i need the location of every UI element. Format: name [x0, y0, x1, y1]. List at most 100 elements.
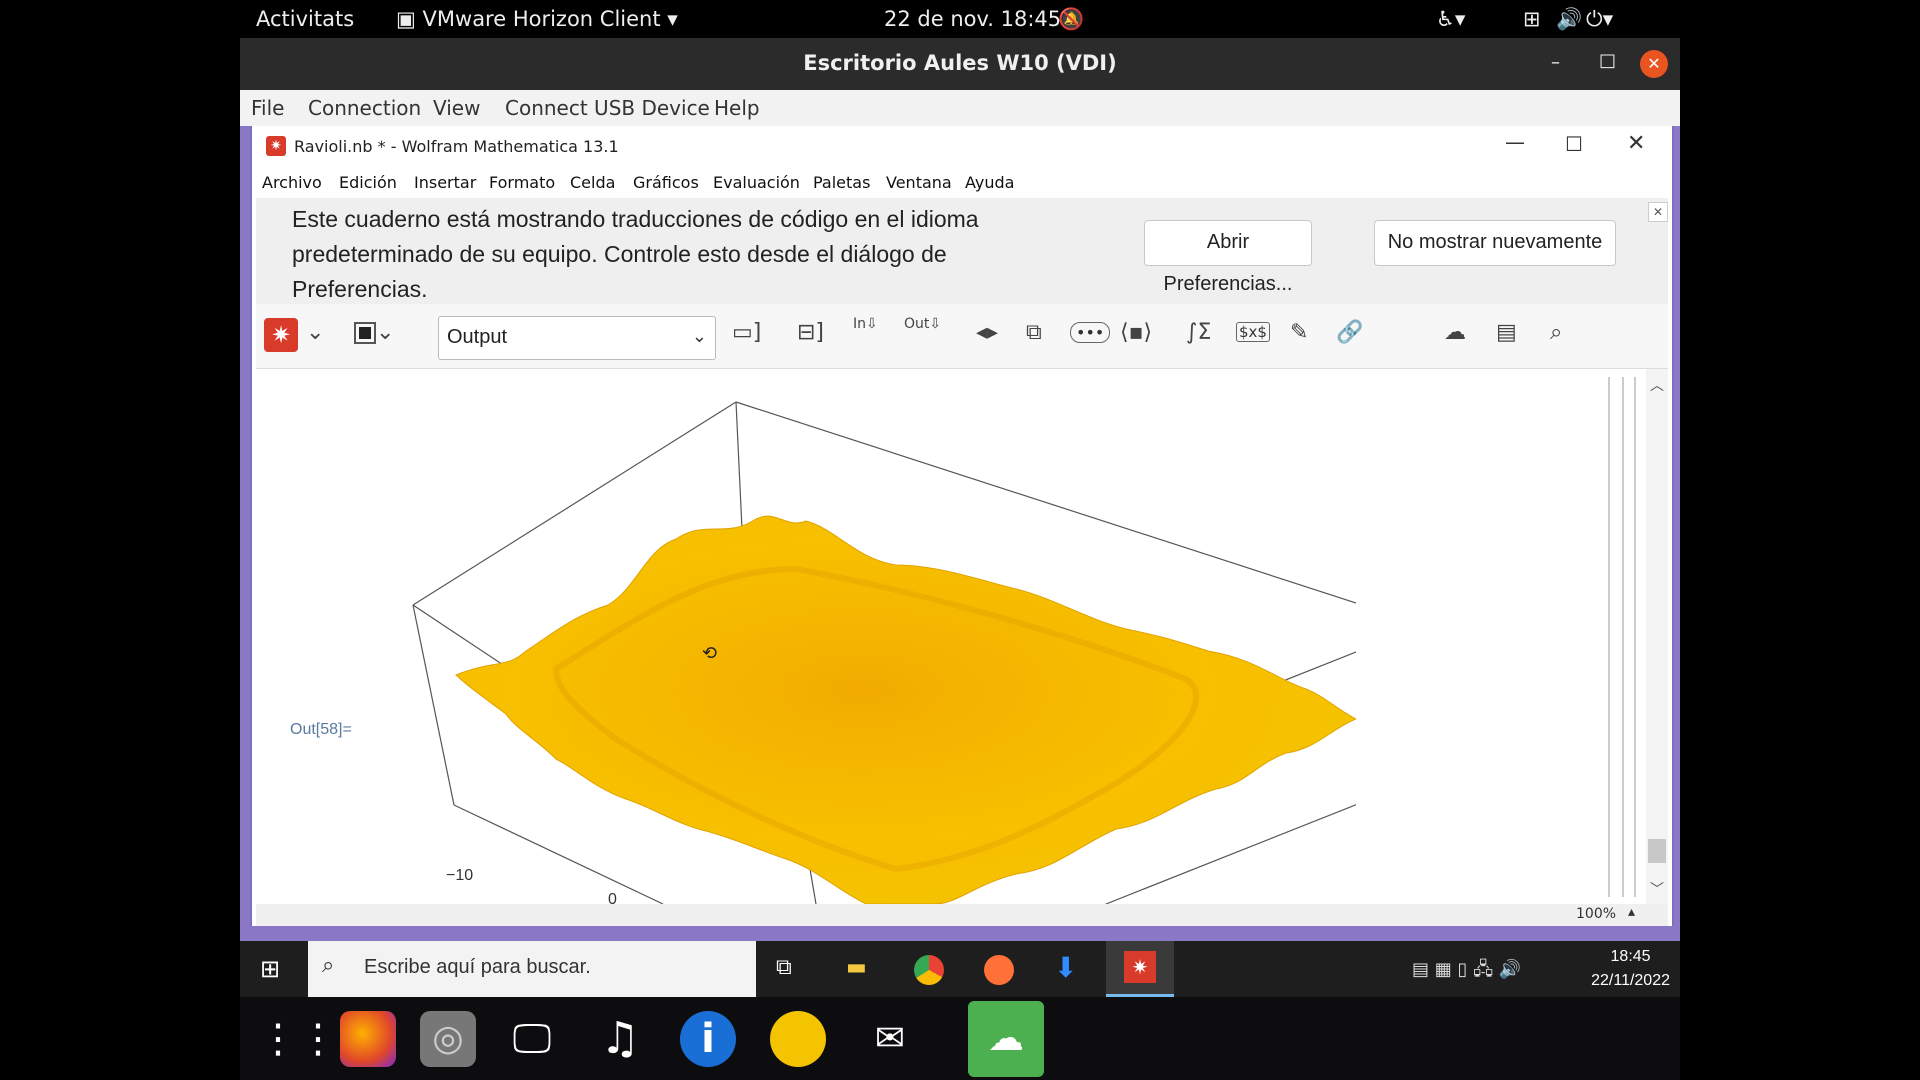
cell-bracket[interactable] [1608, 377, 1610, 897]
zoom-level[interactable]: 100% [1576, 906, 1616, 922]
windows-start-icon[interactable]: ⊞ [260, 955, 280, 983]
cau-icon[interactable] [770, 1011, 826, 1067]
menu-graficos[interactable]: Gráficos [633, 173, 699, 192]
ravioli-surface [455, 515, 1356, 904]
info-icon[interactable]: i [680, 1011, 736, 1067]
music-icon[interactable]: ♫ [592, 1011, 648, 1067]
clock-date: 22/11/2022 [1591, 972, 1670, 989]
more-icon[interactable]: ••• [1070, 322, 1111, 343]
firefox-icon[interactable] [984, 955, 1014, 985]
integral-sum-icon[interactable]: ∫Σ [1186, 320, 1211, 345]
scroll-down-icon[interactable]: ﹀ [1650, 879, 1664, 899]
maximize-icon[interactable]: □ [1599, 50, 1616, 71]
in-icon[interactable]: In⇩ [853, 316, 878, 332]
menu-edicion[interactable]: Edición [339, 173, 397, 192]
file-explorer-icon[interactable]: ▬ [846, 955, 867, 980]
volume-icon[interactable]: 🔊 [1556, 7, 1582, 32]
rotate-cursor-icon: ⟲ [702, 643, 717, 664]
chevron-down-icon[interactable]: ⌄ [376, 320, 394, 345]
dollar-sx-icon[interactable]: $x$ [1236, 322, 1270, 342]
split-cell-icon[interactable]: ⊟] [797, 320, 824, 345]
pencil-icon[interactable]: ✎ [1290, 320, 1308, 345]
app-menu[interactable]: ▣ VMware Horizon Client ▾ [396, 7, 678, 31]
network-icon[interactable]: ⊞ [1523, 7, 1541, 31]
taskbar-clock[interactable]: 18:45 22/11/2022 [1591, 945, 1670, 993]
status-bar: 100% ▴ [256, 904, 1668, 926]
placeholder-icon[interactable]: ⟨▪⟩ [1120, 320, 1152, 345]
cloud-upload-icon[interactable]: ☁ [1444, 320, 1466, 345]
group-icon[interactable]: ⧉ [1026, 320, 1042, 345]
zoom-menu-icon[interactable]: ▴ [1628, 904, 1635, 920]
vmware-titlebar: Escritorio Aules W10 (VDI) – □ ✕ [240, 38, 1680, 90]
open-preferences-button[interactable]: Abrir Preferencias... [1144, 220, 1312, 295]
box-edge [453, 804, 664, 904]
menu-help[interactable]: Help [714, 96, 760, 120]
vmware-menubar: File Connection View Connect USB Device … [240, 90, 1680, 127]
scrollbar-thumb[interactable] [1648, 839, 1666, 863]
menu-formato[interactable]: Formato [489, 173, 555, 192]
ubuntu-dock: ⋮⋮ ◎ 🖵 ♫ i ✉ ☁ [240, 997, 1680, 1080]
vmware-horizon-icon[interactable]: ☁ [968, 1001, 1044, 1077]
banner-message: Este cuaderno está mostrando traduccione… [292, 206, 979, 302]
scroll-up-icon[interactable]: ︿ [1650, 375, 1664, 395]
mathematica-window: ✷ Ravioli.nb * - Wolfram Mathematica 13.… [250, 126, 1674, 926]
menu-celda[interactable]: Celda [570, 173, 615, 192]
stop-icon[interactable] [354, 322, 376, 344]
notebook-area[interactable]: Out[58]= −10 0 ⟲ ︿ ﹀ [256, 369, 1668, 904]
menu-file[interactable]: File [251, 96, 284, 120]
out-icon[interactable]: Out⇩ [904, 316, 941, 332]
menu-ventana[interactable]: Ventana [886, 173, 952, 192]
chat-icon[interactable]: ✉ [862, 1011, 918, 1067]
accessibility-icon[interactable]: ♿▾ [1436, 7, 1465, 31]
translation-banner: Este cuaderno está mostrando traduccione… [256, 198, 1668, 304]
maximize-icon[interactable]: ☐ [1565, 132, 1583, 156]
cell-bracket[interactable] [1622, 377, 1624, 897]
activities-button[interactable]: Activitats [256, 7, 354, 31]
link-icon[interactable]: 🔗 [1336, 320, 1363, 345]
cell-bracket-icon[interactable]: ▭] [732, 320, 761, 345]
minimize-icon[interactable]: – [1551, 52, 1560, 73]
search-icon[interactable]: ⌕ [1550, 320, 1562, 345]
documentation-icon[interactable]: ▤ [1496, 320, 1517, 345]
chevron-down-icon[interactable]: ⌄ [306, 320, 324, 345]
chrome-icon[interactable] [914, 955, 944, 985]
taskbar-search[interactable]: ⌕ Escribe aquí para buscar. [308, 941, 756, 997]
menu-evaluacion[interactable]: Evaluación [713, 173, 800, 192]
disk-icon[interactable]: ◎ [420, 1011, 476, 1067]
vertical-scrollbar[interactable]: ︿ ﹀ [1646, 369, 1668, 904]
menu-insertar[interactable]: Insertar [414, 173, 476, 192]
close-banner-icon[interactable]: ✕ [1648, 202, 1668, 222]
download-icon[interactable]: ⬇ [1054, 951, 1077, 984]
menu-ayuda[interactable]: Ayuda [965, 173, 1014, 192]
menu-connect-usb[interactable]: Connect USB Device [505, 96, 710, 120]
show-apps-icon[interactable]: ⋮⋮ [258, 1011, 338, 1067]
remote-desktop-icon[interactable]: 🖵 [504, 1011, 560, 1067]
task-view-icon[interactable]: ⧉ [776, 955, 792, 980]
chevron-down-icon: ⌄ [691, 326, 707, 347]
cell-style-select[interactable]: Output ⌄ [438, 316, 716, 360]
ravioli-3d-plot[interactable]: 2 0 −2 −10 0 5 ⟲ [256, 369, 1356, 904]
monitor-icon: ▣ [396, 7, 416, 31]
menu-paletas[interactable]: Paletas [813, 173, 870, 192]
clock-time: 18:45 [1610, 948, 1651, 965]
menu-view[interactable]: View [433, 96, 480, 120]
mathematica-taskbar-button[interactable]: ✷ [1106, 941, 1174, 997]
notebook-title: Ravioli.nb * - Wolfram Mathematica 13.1 [294, 137, 619, 156]
clock[interactable]: 22 de nov. 18:45 [884, 7, 1061, 31]
wolfram-gear-icon[interactable]: ✷ [264, 318, 298, 352]
cell-bracket[interactable] [1634, 377, 1636, 897]
minimize-icon[interactable]: — [1505, 130, 1525, 154]
app-menu-label: VMware Horizon Client [422, 7, 661, 31]
firefox-icon[interactable] [340, 1011, 396, 1067]
vmware-window-title: Escritorio Aules W10 (VDI) [803, 51, 1117, 75]
menu-archivo[interactable]: Archivo [262, 173, 322, 192]
close-icon[interactable]: ✕ [1640, 50, 1668, 78]
tray-icons[interactable]: ▤ ▦ ▯ 🖧 🔊 [1412, 957, 1521, 987]
power-icon[interactable]: ⏻▾ [1586, 7, 1613, 32]
menu-connection[interactable]: Connection [308, 96, 421, 120]
dont-show-again-button[interactable]: No mostrar nuevamente [1374, 220, 1616, 266]
align-icon[interactable]: ◂▸ [976, 320, 998, 345]
close-icon[interactable]: ✕ [1627, 131, 1645, 156]
windows-taskbar: ⊞ ⌕ Escribe aquí para buscar. ⧉ ▬ ⬇ ✷ ▤ … [240, 941, 1680, 997]
gnome-top-bar: Activitats ▣ VMware Horizon Client ▾ 22 … [240, 0, 1680, 38]
